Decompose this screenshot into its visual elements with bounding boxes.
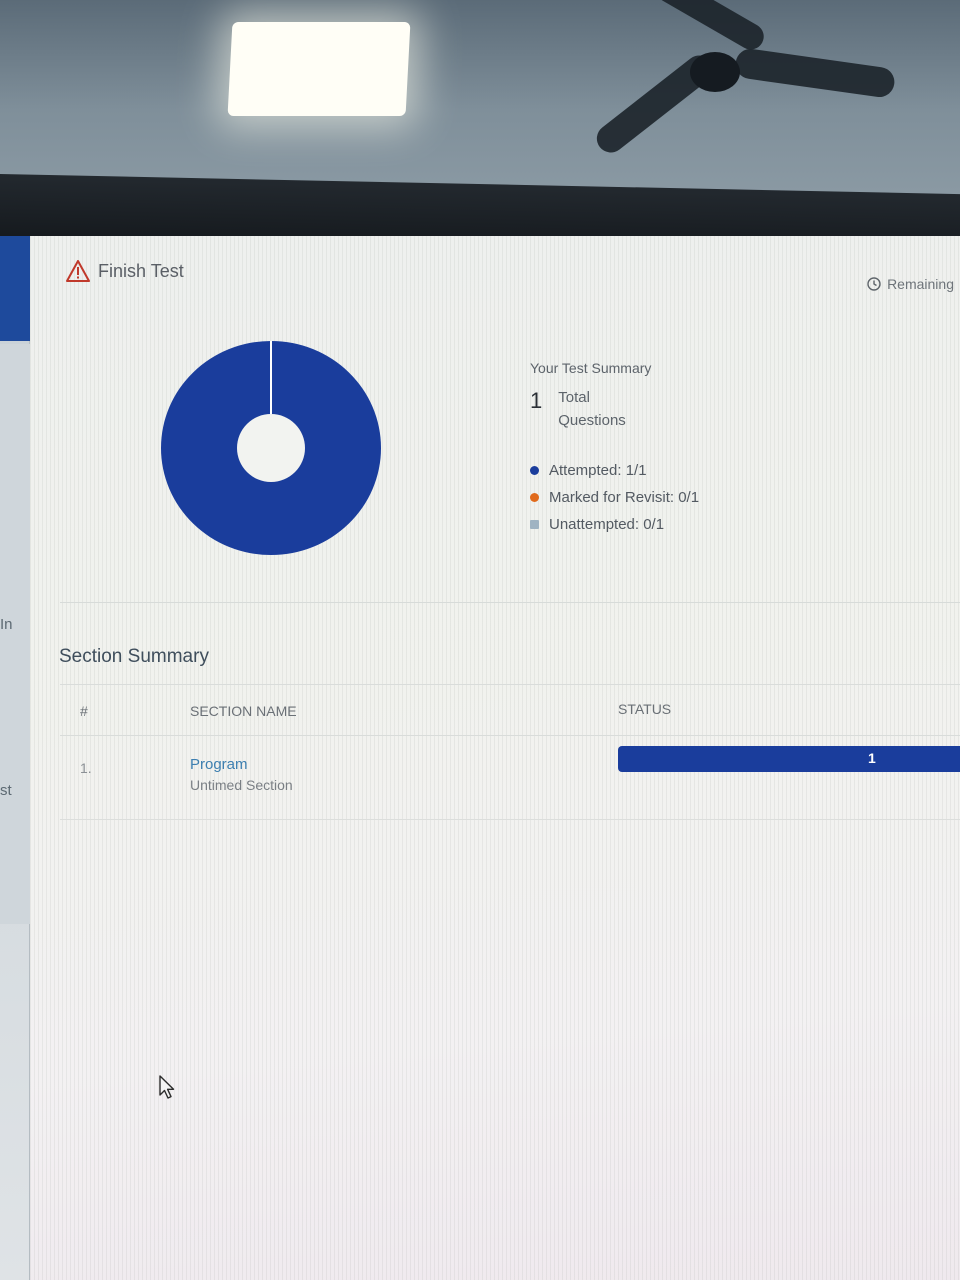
summary-donut-chart — [160, 340, 382, 556]
remaining-label: Remaining — [887, 276, 954, 292]
total-label: Total Questions — [558, 389, 626, 429]
edge-text: In — [0, 616, 13, 633]
left-panel — [0, 344, 30, 924]
mouse-cursor-icon — [158, 1074, 176, 1100]
column-header-index: # — [80, 703, 88, 719]
section-summary-title: Section Summary — [59, 646, 209, 667]
ceiling-light — [227, 22, 411, 116]
test-summary: Your Test Summary 1 Total Questions Atte… — [530, 360, 950, 543]
legend-label: Marked for Revisit: 0/1 — [549, 489, 700, 506]
warning-icon — [66, 260, 90, 282]
page-title: Finish Test — [98, 260, 184, 281]
finish-test-screen: Finish Test Remaining Your Test Summary … — [30, 236, 960, 1280]
status-progress-bar: 1 — [618, 746, 960, 772]
section-summary-table: # SECTION NAME STATUS 1. Program Untimed… — [60, 684, 960, 820]
summary-legend: Attempted: 1/1 Marked for Revisit: 0/1 U… — [530, 462, 950, 533]
row-index: 1. — [80, 760, 92, 776]
table-row: 1. Program Untimed Section 1 — [60, 736, 960, 820]
legend-attempted: Attempted: 1/1 — [530, 462, 950, 479]
total-count: 1 — [530, 388, 543, 413]
ceiling-background — [0, 0, 960, 200]
section-subtitle: Untimed Section — [190, 777, 293, 793]
column-header-section-name: SECTION NAME — [190, 703, 297, 719]
column-header-status: STATUS — [618, 701, 672, 717]
attempted-dot-icon — [530, 466, 539, 475]
total-questions: 1 Total Questions — [530, 386, 950, 432]
fan-hub — [690, 52, 740, 92]
remaining-timer: Remaining — [867, 276, 954, 292]
section-name-cell: Program Untimed Section — [190, 756, 293, 795]
edge-text: st — [0, 782, 12, 799]
legend-label: Unattempted: 0/1 — [549, 516, 665, 533]
marked-dot-icon — [530, 493, 539, 502]
unattempted-dot-icon — [530, 520, 539, 529]
donut-hole — [237, 414, 305, 482]
status-bar-value: 1 — [868, 750, 876, 766]
table-header: # SECTION NAME STATUS — [60, 684, 960, 736]
legend-label: Attempted: 1/1 — [549, 462, 647, 479]
donut-svg — [161, 341, 381, 555]
legend-unattempted: Unattempted: 0/1 — [530, 516, 950, 533]
fan-blade — [651, 0, 769, 55]
legend-marked-for-revisit: Marked for Revisit: 0/1 — [530, 489, 950, 506]
divider — [60, 602, 960, 603]
fan-blade — [733, 47, 897, 99]
page-header: Finish Test — [66, 260, 184, 282]
left-window-edge: In st — [0, 236, 30, 1280]
clock-icon — [867, 277, 881, 291]
section-link-program[interactable]: Program — [190, 756, 293, 773]
left-blue-tab — [0, 236, 30, 341]
summary-title: Your Test Summary — [530, 360, 652, 376]
